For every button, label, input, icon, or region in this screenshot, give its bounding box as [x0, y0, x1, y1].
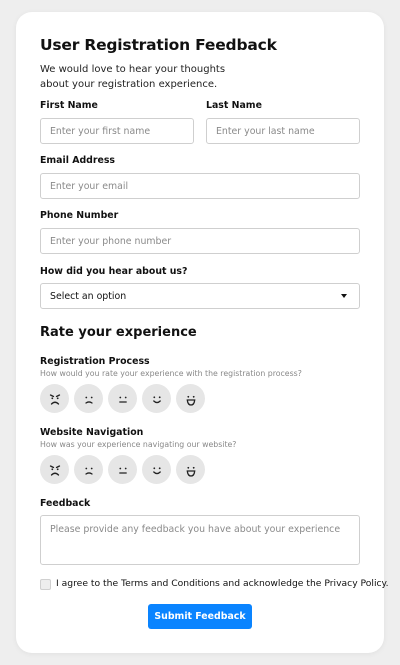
source-label: How did you hear about us?: [40, 266, 188, 277]
source-selected-value: Select an option: [50, 290, 127, 302]
rating-faces-navigation: [40, 455, 205, 484]
feedback-label: Feedback: [40, 498, 91, 509]
satisfied-face-icon[interactable]: [142, 384, 171, 413]
dissatisfied-face-icon[interactable]: [74, 384, 103, 413]
rate-experience-heading: Rate your experience: [40, 325, 197, 340]
feedback-textarea[interactable]: Please provide any feedback you have abo…: [40, 515, 360, 565]
form-subtitle: We would love to hear your thoughts abou…: [40, 64, 226, 90]
email-label: Email Address: [40, 155, 116, 166]
rating-hint-navigation: How was your experience navigating our w…: [40, 440, 237, 449]
terms-label: I agree to the Terms and Conditions and …: [56, 578, 389, 589]
rating-label-navigation: Website Navigation: [40, 427, 144, 438]
neutral-face-icon[interactable]: [108, 384, 137, 413]
first-name-label: First Name: [40, 100, 98, 111]
feedback-form-card: User Registration Feedback We would love…: [16, 12, 389, 653]
first-name-placeholder: Enter your first name: [50, 125, 151, 137]
last-name-field[interactable]: Enter your last name: [206, 118, 360, 144]
feedback-placeholder: Please provide any feedback you have abo…: [50, 524, 341, 535]
chevron-down-icon: [341, 294, 347, 298]
email-field[interactable]: Enter your email: [40, 173, 360, 199]
phone-placeholder: Enter your phone number: [50, 235, 172, 247]
very-satisfied-face-icon[interactable]: [176, 384, 205, 413]
submit-feedback-button[interactable]: Submit Feedback: [148, 604, 252, 629]
email-placeholder: Enter your email: [50, 180, 129, 192]
dissatisfied-face-icon[interactable]: [74, 455, 103, 484]
very-dissatisfied-face-icon[interactable]: [40, 455, 69, 484]
form-title: User Registration Feedback: [40, 36, 277, 54]
satisfied-face-icon[interactable]: [142, 455, 171, 484]
last-name-placeholder: Enter your last name: [216, 125, 315, 137]
rating-faces-registration: [40, 384, 205, 413]
phone-field[interactable]: Enter your phone number: [40, 228, 360, 254]
terms-checkbox[interactable]: [40, 579, 51, 590]
rating-hint-registration: How would you rate your experience with …: [40, 369, 302, 378]
very-dissatisfied-face-icon[interactable]: [40, 384, 69, 413]
source-select[interactable]: Select an option: [40, 283, 360, 309]
neutral-face-icon[interactable]: [108, 455, 137, 484]
first-name-field[interactable]: Enter your first name: [40, 118, 194, 144]
very-satisfied-face-icon[interactable]: [176, 455, 205, 484]
last-name-label: Last Name: [206, 100, 262, 111]
rating-label-registration: Registration Process: [40, 356, 150, 367]
phone-label: Phone Number: [40, 210, 119, 221]
